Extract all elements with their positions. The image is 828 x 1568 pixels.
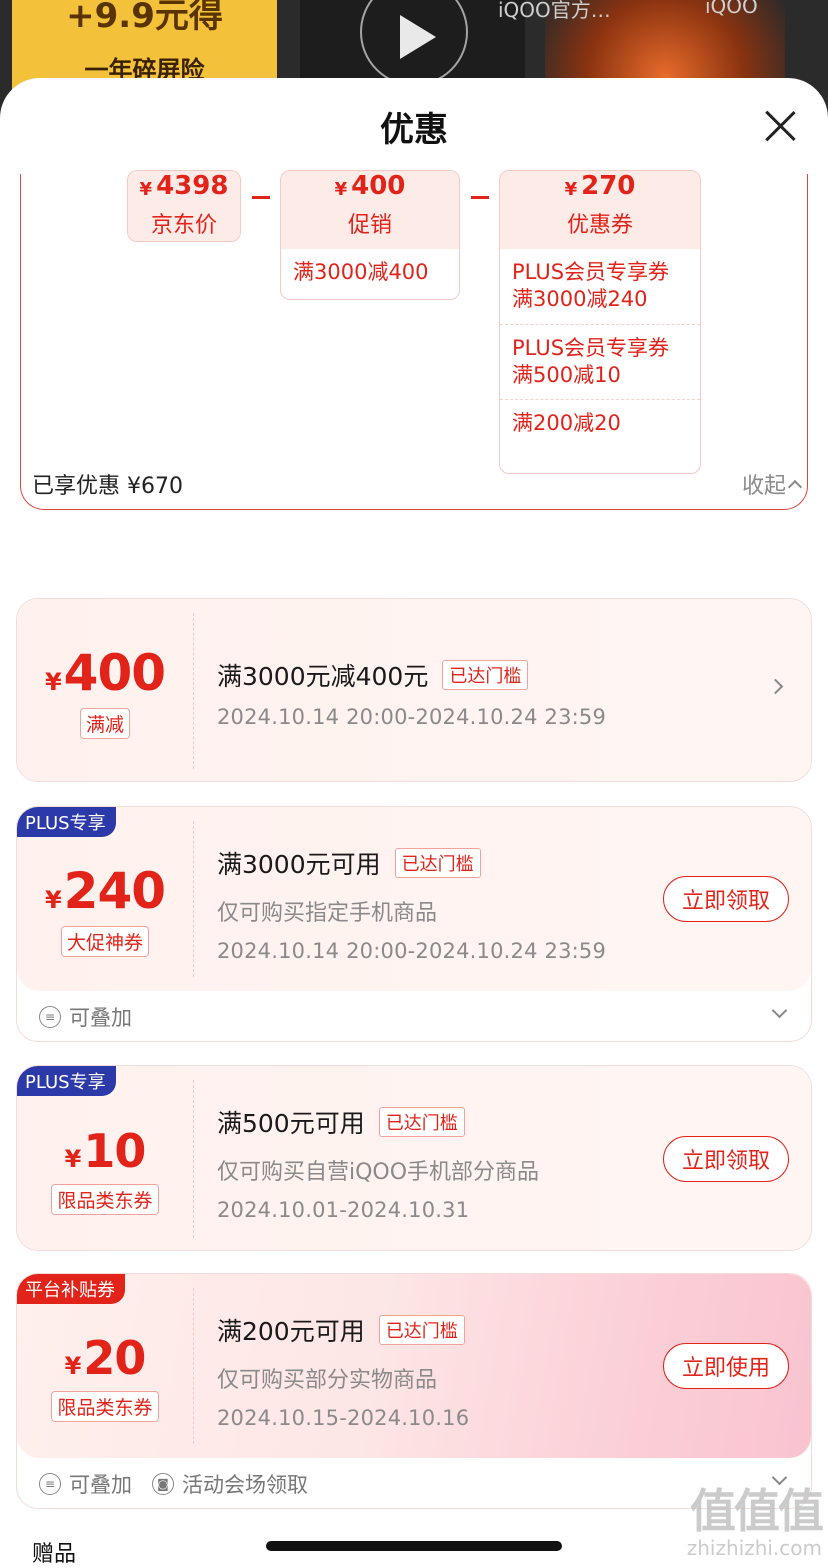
claim-button[interactable]: 立即领取 [663,1136,789,1182]
close-icon[interactable] [762,108,798,144]
coupon-item: PLUS会员专享券 满500减10 [500,323,700,400]
collapse-label: 收起 [741,474,786,499]
coupon-value: 10 [83,1123,146,1178]
sheet-title: 优惠 [380,110,448,150]
venue-claim-label: 活动会场领取 [182,1473,308,1497]
use-now-button[interactable]: 立即使用 [663,1343,789,1389]
coupon-label: 优惠券 [566,213,633,238]
coupon-item: 满200减20 [500,399,700,447]
coupon-period: 2024.10.15-2024.10.16 [217,1406,470,1430]
coupon-period: 2024.10.01-2024.10.31 [217,1198,470,1222]
divider [193,613,194,769]
watermark-site: zhizhizhi.com [686,1535,822,1560]
collapse-button[interactable]: 收起 [741,468,803,500]
gifts-section-title: 赠品 [32,1542,77,1567]
minus-icon [252,196,270,199]
jd-price-label: 京东价 [150,213,217,238]
coupon-card[interactable]: ¥400 满减 满3000元减400元 已达门槛 2024.10.14 20:0… [16,598,812,782]
divider [193,1288,194,1444]
bg-tab-official: iQOO官方… [498,0,611,22]
sheet-header: 优惠 [0,78,828,174]
promotion-item: 满3000减400 [293,260,429,284]
jd-price-amount: 4398 [156,171,229,199]
coupon-type-badge: 限品类东券 [51,1390,159,1422]
coupon-condition: 满3000元减400元 [217,662,429,691]
claim-button[interactable]: 立即领取 [663,876,789,922]
calc-promotion: ¥400 促销 满3000减400 [280,170,460,300]
calc-jd-price: ¥4398 京东价 [127,170,241,242]
promo-price: +9.9元得 [66,0,223,36]
promotion-label: 促销 [347,213,392,238]
chevron-down-icon[interactable] [771,1469,788,1486]
stack-icon: ≡ [39,1006,61,1028]
minus-icon [471,196,489,199]
divider [193,1080,194,1238]
venue-icon: ◙ [152,1473,174,1495]
price-calculation-panel: ¥4398 京东价 ¥400 促销 满3000减400 ¥270 优惠券 PLU… [20,170,808,510]
promotion-amount: 400 [351,171,406,199]
divider [193,821,194,977]
site-watermark: 值值值 zhizhizhi.com [686,1484,824,1560]
coupon-condition: 满200元可用 [217,1317,365,1346]
stackable-label: 可叠加 [69,1006,132,1030]
coupon-type-badge: 限品类东券 [51,1183,159,1215]
status-badge: 已达门槛 [442,660,529,690]
coupon-amount: 270 [581,171,636,199]
coupon-item: PLUS会员专享券 满3000减240 [512,260,670,312]
status-badge: 已达门槛 [378,1107,465,1137]
stackable-label: 可叠加 [69,1473,132,1497]
coupon-value: 240 [63,861,166,920]
coupon-type-badge: 满减 [79,707,130,739]
stack-icon: ≡ [39,1473,61,1495]
chevron-up-icon [787,479,803,495]
coupon-card: PLUS专享 ¥240 大促神券 满3000元可用 已达门槛 仅可购买指定手机商… [16,806,812,1042]
calc-coupon: ¥270 优惠券 PLUS会员专享券 满3000减240 PLUS会员专享券 满… [499,170,701,474]
coupon-card: 平台补贴券 ¥20 限品类东券 满200元可用 已达门槛 仅可购买部分实物商品 … [16,1273,812,1509]
coupon-value: 400 [63,643,166,702]
status-badge: 已达门槛 [394,848,481,878]
coupon-period: 2024.10.14 20:00-2024.10.24 23:59 [217,939,607,963]
coupon-value: 20 [83,1330,146,1385]
bg-tab-brand: iQOO [705,0,758,18]
chevron-down-icon[interactable] [771,1002,788,1019]
home-indicator [266,1541,562,1551]
coupon-period: 2024.10.14 20:00-2024.10.24 23:59 [217,705,607,729]
coupon-condition: 满500元可用 [217,1109,365,1138]
coupon-card: PLUS专享 ¥10 限品类东券 满500元可用 已达门槛 仅可购买自营iQOO… [16,1065,812,1251]
status-badge: 已达门槛 [378,1315,465,1345]
coupon-condition: 满3000元可用 [217,850,381,879]
coupon-type-badge: 大促神券 [60,925,149,957]
enjoyed-discount-total: 已享优惠 ¥670 [32,474,183,499]
watermark-logo: 值值值 [690,1484,824,1538]
